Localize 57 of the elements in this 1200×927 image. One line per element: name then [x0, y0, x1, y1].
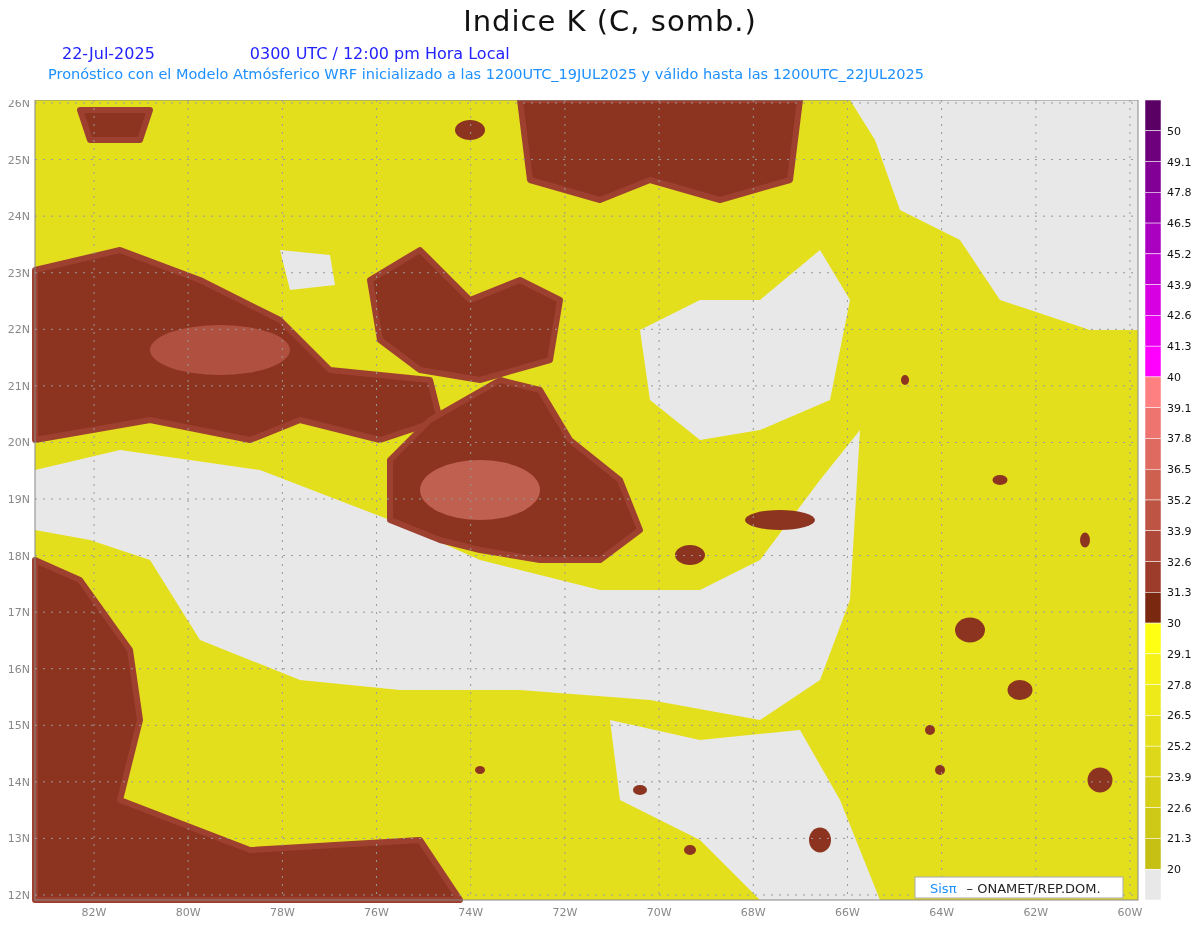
credit-text: – ONAMET/REP.DOM.: [966, 881, 1101, 896]
colorbar-label: 41.3: [1167, 340, 1192, 354]
longitude-label: 78W: [269, 906, 295, 919]
latitude-label: 12N: [7, 889, 30, 902]
colorbar-label: 20: [1167, 863, 1181, 877]
longitude-label: 70W: [646, 906, 672, 919]
colorbar-label: 29.1: [1167, 647, 1192, 661]
colorbar-label: 30: [1167, 617, 1181, 631]
brand-label: Sisπ: [930, 881, 957, 896]
latitude-label: 13N: [7, 832, 30, 846]
colorbar-label: 36.5: [1167, 463, 1192, 477]
colorbar-label: 27.8: [1167, 678, 1192, 692]
latitude-label: 23N: [7, 266, 30, 280]
colorbar-label: 43.9: [1167, 278, 1192, 292]
colorbar-label: 50: [1167, 124, 1181, 138]
latitude-label: 19N: [7, 493, 30, 506]
colorbar-label: 49.1: [1167, 155, 1192, 169]
latitude-label: 22N: [7, 323, 30, 337]
colorbar-label: 39.1: [1167, 401, 1192, 415]
colorbar-label: 22.6: [1167, 801, 1192, 815]
longitude-label: 68W: [740, 906, 766, 919]
latitude-label: 21N: [7, 379, 30, 393]
latitude-label: 15N: [7, 719, 30, 733]
longitude-label: 62W: [1023, 906, 1049, 919]
longitude-label: 60W: [1117, 906, 1143, 919]
colorbar-label: 31.3: [1167, 586, 1192, 600]
latitude-label: 18N: [7, 549, 30, 563]
latitude-label: 20N: [7, 436, 30, 450]
longitude-label: 76W: [364, 906, 389, 919]
forecast-time: 0300 UTC / 12:00 pm Hora Local: [249, 44, 510, 65]
colorbar-label: 35.2: [1167, 494, 1192, 507]
longitude-label: 72W: [552, 906, 578, 919]
latitude-label: 24N: [7, 210, 30, 224]
longitude-label: 82W: [81, 906, 107, 919]
colorbar-label: 23.9: [1167, 770, 1192, 784]
colorbar-label: 45.2: [1167, 247, 1192, 261]
latitude-label: 25N: [7, 153, 30, 167]
forecast-date: 22-Jul-2025: [62, 44, 155, 65]
longitude-label: 66W: [835, 906, 860, 919]
chart-title: Indice K (C, somb.): [462, 3, 758, 40]
colorbar-label: 42.6: [1167, 309, 1192, 323]
longitude-label: 80W: [175, 906, 201, 919]
colorbar-label: 25.2: [1167, 740, 1192, 754]
colorbar-label: 33.9: [1167, 524, 1192, 538]
latitude-label: 16N: [7, 662, 30, 676]
latitude-label: 17N: [7, 606, 30, 620]
latitude-label: 14N: [7, 775, 30, 789]
colorbar-label: 46.5: [1167, 217, 1192, 231]
colorbar-label: 32.6: [1167, 555, 1192, 569]
colorbar-label: 40: [1167, 370, 1181, 384]
forecast-description: Pronóstico con el Modelo Atmósferico WRF inicializado a las 1200UTC_19JUL2025 y válido hasta las 1200UTC_22JUL2025: [47, 66, 925, 82]
longitude-label: 64W: [929, 906, 955, 919]
colorbar-label: 21.3: [1167, 832, 1192, 846]
colorbar-label: 26.5: [1167, 709, 1192, 723]
colorbar-label: 47.8: [1167, 186, 1192, 200]
longitude-label: 74W: [458, 906, 484, 919]
colorbar-label: 37.8: [1167, 432, 1192, 446]
